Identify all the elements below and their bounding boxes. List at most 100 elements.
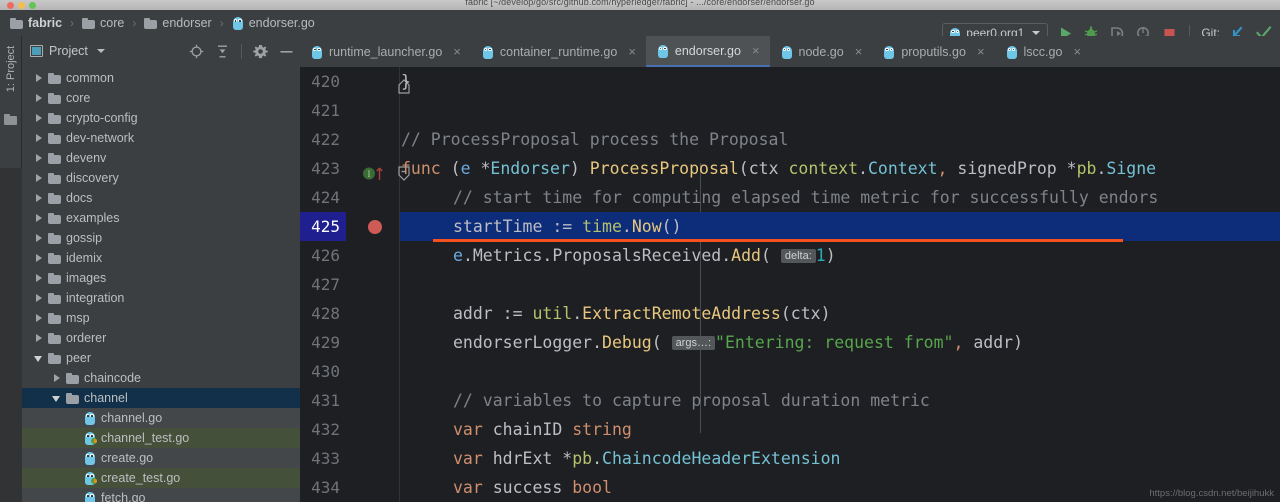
code-line-421[interactable]: 421: [300, 96, 1280, 125]
hide-panel-icon[interactable]: [279, 44, 294, 59]
code-line-430[interactable]: 430: [300, 357, 1280, 386]
chevron-down-icon[interactable]: [96, 49, 105, 53]
chevron-right-icon[interactable]: [52, 374, 61, 383]
chevron-right-icon[interactable]: [34, 154, 43, 163]
code-line-434[interactable]: 434 var success bool: [300, 473, 1280, 502]
breadcrumb-item-endorser[interactable]: endorser: [142, 16, 213, 30]
chevron-right-icon[interactable]: [34, 134, 43, 143]
chevron-right-icon[interactable]: [34, 174, 43, 183]
chevron-right-icon[interactable]: [34, 254, 43, 263]
tree-item-images[interactable]: images: [22, 268, 300, 288]
locate-icon[interactable]: [189, 44, 204, 59]
editor-tab-bar[interactable]: runtime_launcher.go × container_runtime.go…: [300, 36, 1280, 67]
tree-item-channel[interactable]: channel: [22, 388, 300, 408]
tree-item-msp[interactable]: msp: [22, 308, 300, 328]
tree-item-dev-network[interactable]: dev-network: [22, 128, 300, 148]
tree-item-docs[interactable]: docs: [22, 188, 300, 208]
editor-tab-container-runtime-go[interactable]: container_runtime.go ×: [471, 36, 646, 67]
code-line-433[interactable]: 433 var hdrExt *pb.ChaincodeHeaderExtensi…: [300, 444, 1280, 473]
gutter-markers[interactable]: [352, 415, 400, 444]
chevron-right-icon[interactable]: [34, 114, 43, 123]
gutter-markers[interactable]: [352, 270, 400, 299]
code-line-424[interactable]: 424 // start time for computing elapsed t…: [300, 183, 1280, 212]
project-tree[interactable]: common core crypto-config dev-network devenv…: [22, 66, 300, 502]
chevron-right-icon[interactable]: [34, 274, 43, 283]
code-line-431[interactable]: 431 // variables to capture proposal dura…: [300, 386, 1280, 415]
code-line-432[interactable]: 432 var chainID string: [300, 415, 1280, 444]
tree-item-idemix[interactable]: idemix: [22, 248, 300, 268]
tool-window-button-project[interactable]: 1: Project: [0, 36, 22, 102]
close-tab-icon[interactable]: ×: [752, 44, 760, 57]
gutter-markers[interactable]: [352, 386, 400, 415]
code-line-427[interactable]: 427: [300, 270, 1280, 299]
tree-item-common[interactable]: common: [22, 68, 300, 88]
code-line-423[interactable]: 423 Ifunc (e *Endorser) ProcessProposal(c…: [300, 154, 1280, 183]
tree-item-fetch-go[interactable]: fetch.go: [22, 488, 300, 502]
tree-item-channel-go[interactable]: channel.go: [22, 408, 300, 428]
breakpoint-icon[interactable]: [368, 220, 382, 234]
project-panel-title-group[interactable]: Project: [30, 44, 105, 58]
chevron-right-icon[interactable]: [34, 74, 43, 83]
gutter-markers[interactable]: [352, 328, 400, 357]
editor-tab-endorser-go[interactable]: endorser.go ×: [645, 36, 770, 67]
project-panel-toolbar: [189, 36, 294, 66]
settings-gear-icon[interactable]: [253, 44, 268, 59]
code-line-420[interactable]: 420}: [300, 67, 1280, 96]
tree-item-channel-test-go[interactable]: channel_test.go: [22, 428, 300, 448]
code-line-428[interactable]: 428 addr := util.ExtractRemoteAddress(ctx…: [300, 299, 1280, 328]
gutter-markers[interactable]: [352, 125, 400, 154]
gutter-markers[interactable]: [352, 183, 400, 212]
tree-item-orderer[interactable]: orderer: [22, 328, 300, 348]
chevron-right-icon[interactable]: [34, 314, 43, 323]
gutter-markers[interactable]: [352, 444, 400, 473]
chevron-right-icon[interactable]: [34, 334, 43, 343]
tree-item-discovery[interactable]: discovery: [22, 168, 300, 188]
close-tab-icon[interactable]: ×: [453, 45, 461, 58]
collapse-all-icon[interactable]: [215, 44, 230, 59]
editor-tab-node-go[interactable]: node.go ×: [770, 36, 873, 67]
chevron-right-icon[interactable]: [34, 194, 43, 203]
code-line-422[interactable]: 422 // ProcessProposal process the Propos…: [300, 125, 1280, 154]
gutter-markers[interactable]: [352, 357, 400, 386]
code-lines[interactable]: 420} 421 422 // ProcessProposal process the…: [300, 67, 1280, 502]
breadcrumb-item-fabric[interactable]: fabric: [8, 16, 64, 30]
close-tab-icon[interactable]: ×: [977, 45, 985, 58]
breadcrumb-item-core[interactable]: core: [80, 16, 126, 30]
chevron-right-icon[interactable]: [34, 94, 43, 103]
breadcrumb-item-endorser-go[interactable]: endorser.go: [230, 16, 317, 30]
tree-item-peer[interactable]: peer: [22, 348, 300, 368]
gutter-markers[interactable]: [352, 299, 400, 328]
gutter-markers[interactable]: [352, 67, 410, 96]
tree-item-create-test-go[interactable]: create_test.go: [22, 468, 300, 488]
tree-item-gossip[interactable]: gossip: [22, 228, 300, 248]
implementation-marker-icon[interactable]: I: [362, 161, 388, 180]
gutter-markers[interactable]: [352, 241, 400, 270]
editor-tab-proputils-go[interactable]: proputils.go ×: [872, 36, 994, 67]
project-folder-icon[interactable]: [4, 114, 17, 125]
chevron-down-icon[interactable]: [34, 354, 43, 363]
code-line-425[interactable]: 425 startTime := time.Now(): [300, 212, 1280, 242]
code-line-426[interactable]: 426 e.Metrics.ProposalsReceived.Add( delt…: [300, 241, 1280, 270]
chevron-right-icon[interactable]: [34, 234, 43, 243]
code-editor[interactable]: 420} 421 422 // ProcessProposal process the…: [300, 67, 1280, 502]
editor-tab-lscc-go[interactable]: lscc.go ×: [995, 36, 1092, 67]
tree-item-integration[interactable]: integration: [22, 288, 300, 308]
code-line-429[interactable]: 429 endorserLogger.Debug( args…: "Entering…: [300, 328, 1280, 357]
close-tab-icon[interactable]: ×: [855, 45, 863, 58]
gutter-markers[interactable]: [352, 473, 400, 502]
tree-item-examples[interactable]: examples: [22, 208, 300, 228]
tree-item-core[interactable]: core: [22, 88, 300, 108]
gutter-markers[interactable]: [352, 212, 400, 241]
chevron-down-icon[interactable]: [52, 394, 61, 403]
tree-item-chaincode[interactable]: chaincode: [22, 368, 300, 388]
close-tab-icon[interactable]: ×: [628, 45, 636, 58]
tree-item-create-go[interactable]: create.go: [22, 448, 300, 468]
editor-tab-runtime-launcher-go[interactable]: runtime_launcher.go ×: [300, 36, 471, 67]
tree-item-crypto-config[interactable]: crypto-config: [22, 108, 300, 128]
chevron-right-icon[interactable]: [34, 294, 43, 303]
gutter-markers[interactable]: [352, 96, 400, 125]
close-tab-icon[interactable]: ×: [1073, 45, 1081, 58]
gutter-markers[interactable]: I: [352, 154, 410, 183]
tree-item-devenv[interactable]: devenv: [22, 148, 300, 168]
chevron-right-icon[interactable]: [34, 214, 43, 223]
